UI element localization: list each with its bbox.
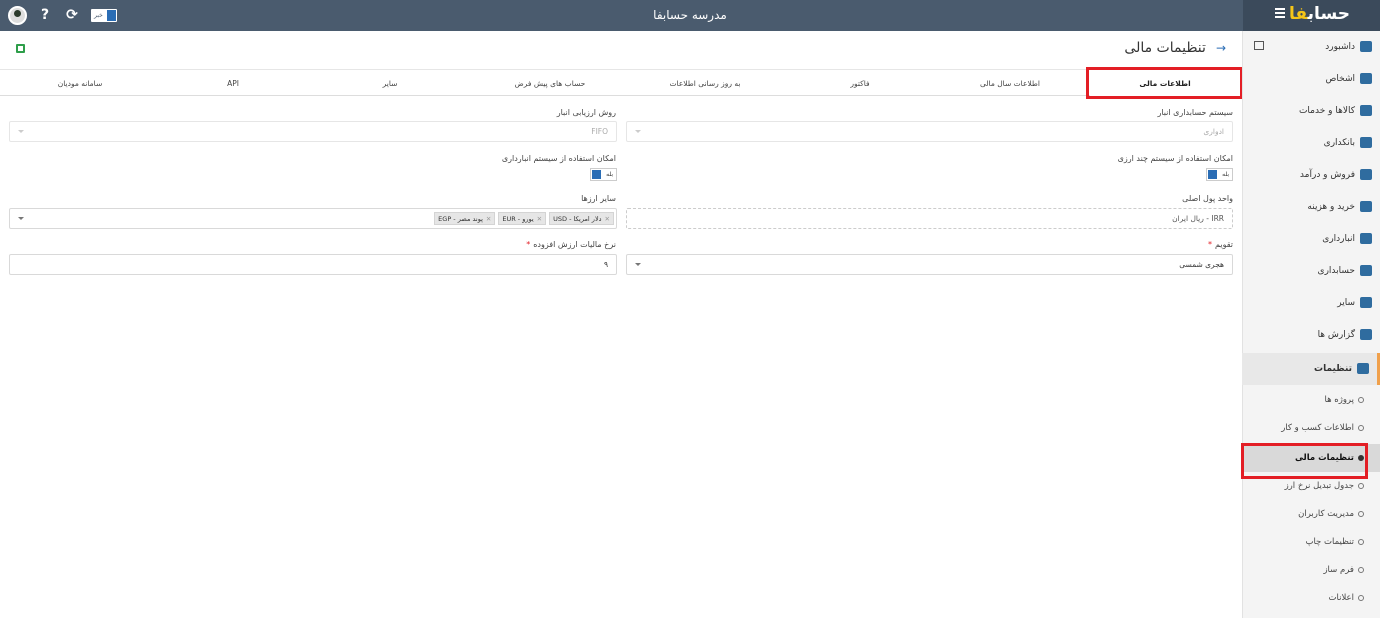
bullet-icon xyxy=(1358,511,1364,517)
sidebar-item-reports[interactable]: گزارش ها xyxy=(1242,319,1380,351)
back-arrow-icon[interactable]: → xyxy=(1216,41,1226,55)
sidebar-subitem-print-settings[interactable]: تنظیمات چاپ xyxy=(1242,528,1380,556)
save-icon[interactable] xyxy=(16,44,25,53)
main-currency-label: واحد پول اصلی xyxy=(1182,194,1233,203)
top-bar: مدرسه حسابفا حسابفا ? ⟳ خبر xyxy=(0,0,1380,31)
page-title: →تنظیمات مالی xyxy=(1124,40,1226,56)
remove-icon: ✕ xyxy=(604,215,610,223)
multi-currency-toggle[interactable]: بله xyxy=(1206,168,1233,181)
tab-data-update[interactable]: به روز رسانی اطلاعات xyxy=(630,70,780,97)
inventory-valuation-label: روش ارزیابی انبار xyxy=(556,108,616,117)
remove-icon: ✕ xyxy=(485,215,492,223)
bullet-icon xyxy=(1358,539,1364,545)
sidebar-item-persons[interactable]: اشخاص xyxy=(1242,63,1380,95)
warehouse-system-label: امکان استفاده از سیستم انبارداری xyxy=(501,154,616,163)
gauge-icon xyxy=(1360,41,1372,52)
news-badge[interactable]: خبر xyxy=(91,9,117,22)
tab-invoice[interactable]: فاکتور xyxy=(790,70,930,97)
sidebar-subitem-user-management[interactable]: مدیریت کاربران xyxy=(1242,500,1380,528)
sidebar-item-accounting[interactable]: حسابداری xyxy=(1242,255,1380,287)
app-logo[interactable]: حسابفا xyxy=(1289,4,1350,24)
multi-currency-label: امکان استفاده از سیستم چند ارزی xyxy=(1117,154,1233,163)
sidebar-item-warehouse[interactable]: انبارداری xyxy=(1242,223,1380,255)
settings-tabs: اطلاعات مالی اطلاعات سال مالی فاکتور به … xyxy=(0,69,1240,97)
highlight-box-tab xyxy=(1086,67,1243,99)
chevron-down-icon xyxy=(18,130,24,133)
bullet-icon xyxy=(1358,483,1364,489)
other-icon xyxy=(1360,297,1372,308)
warehouse-icon xyxy=(1360,233,1372,244)
chevron-down-icon xyxy=(18,217,24,220)
inventory-valuation-select[interactable]: FIFO xyxy=(9,121,617,142)
sidebar-item-settings[interactable]: تنظیمات xyxy=(1242,353,1380,385)
box-icon xyxy=(1360,105,1372,116)
calendar-label: تقویم* xyxy=(1208,240,1233,249)
other-currencies-label: سایر ارزها xyxy=(581,194,616,203)
inventory-system-select[interactable]: ادواری xyxy=(626,121,1233,142)
people-icon xyxy=(1360,73,1372,84)
app-title: مدرسه حسابفا xyxy=(653,8,727,22)
calendar-select[interactable]: هجری شمسی xyxy=(626,254,1233,275)
bullet-icon xyxy=(1358,397,1364,403)
vat-rate-label: نرخ مالیات ارزش افزوده* xyxy=(526,240,616,249)
sidebar-subitem-business-info[interactable]: اطلاعات کسب و کار xyxy=(1242,414,1380,442)
sidebar-item-dashboard[interactable]: داشبورد xyxy=(1242,31,1380,63)
chevron-down-icon xyxy=(635,130,641,133)
bullet-icon xyxy=(1358,567,1364,573)
tab-fiscal-year[interactable]: اطلاعات سال مالی xyxy=(940,70,1080,97)
chart-icon xyxy=(1360,329,1372,340)
sidebar-item-other[interactable]: سایر xyxy=(1242,287,1380,319)
user-avatar[interactable] xyxy=(8,6,27,25)
inventory-system-label: سیستم حسابداری انبار xyxy=(1157,108,1233,117)
ledger-icon xyxy=(1360,265,1372,276)
warehouse-system-toggle[interactable]: بله xyxy=(590,168,617,181)
wallet-icon xyxy=(1360,201,1372,212)
refresh-icon[interactable]: ⟳ xyxy=(64,7,80,23)
tab-default-accounts[interactable]: حساب های پیش فرض xyxy=(480,70,620,97)
bullet-icon xyxy=(1358,425,1364,431)
bank-icon xyxy=(1360,137,1372,148)
remove-icon: ✕ xyxy=(536,215,543,223)
tab-api[interactable]: API xyxy=(163,70,303,97)
main-currency-field: IRR - ریال ایران xyxy=(626,208,1233,229)
chevron-down-icon xyxy=(635,263,641,266)
currency-chip[interactable]: USD - دلار امریکا ✕ xyxy=(549,212,614,225)
hamburger-menu-icon[interactable] xyxy=(1275,8,1285,18)
sidebar-item-banking[interactable]: بانکداری xyxy=(1242,127,1380,159)
highlight-box-sidebar xyxy=(1241,443,1368,479)
tab-other[interactable]: سایر xyxy=(320,70,460,97)
currency-chip[interactable]: EGP - پوند مصر ✕ xyxy=(434,212,496,225)
vat-rate-input[interactable]: ۹ xyxy=(9,254,617,275)
sales-icon xyxy=(1360,169,1372,180)
sidebar-subitem-notifications[interactable]: اعلانات xyxy=(1242,584,1380,612)
sidebar-subitem-projects[interactable]: پروژه ها xyxy=(1242,386,1380,414)
sliders-icon xyxy=(1357,363,1369,374)
sidebar: داشبورد اشخاص کالاها و خدمات بانکداری فر… xyxy=(1242,31,1380,618)
logo-area: حسابفا xyxy=(1243,0,1380,31)
other-currencies-multiselect[interactable]: USD - دلار امریکا ✕EUR - یورو ✕EGP - پوند … xyxy=(9,208,617,229)
currency-chip[interactable]: EUR - یورو ✕ xyxy=(498,212,547,225)
sidebar-item-purchases[interactable]: خرید و هزینه xyxy=(1242,191,1380,223)
help-icon[interactable]: ? xyxy=(37,7,53,23)
sidebar-item-products[interactable]: کالاها و خدمات xyxy=(1242,95,1380,127)
sidebar-subitem-form-builder[interactable]: فرم ساز xyxy=(1242,556,1380,584)
bullet-icon xyxy=(1358,595,1364,601)
tab-taxpayer-system[interactable]: سامانه مودیان xyxy=(10,70,150,97)
sidebar-item-sales[interactable]: فروش و درآمد xyxy=(1242,159,1380,191)
